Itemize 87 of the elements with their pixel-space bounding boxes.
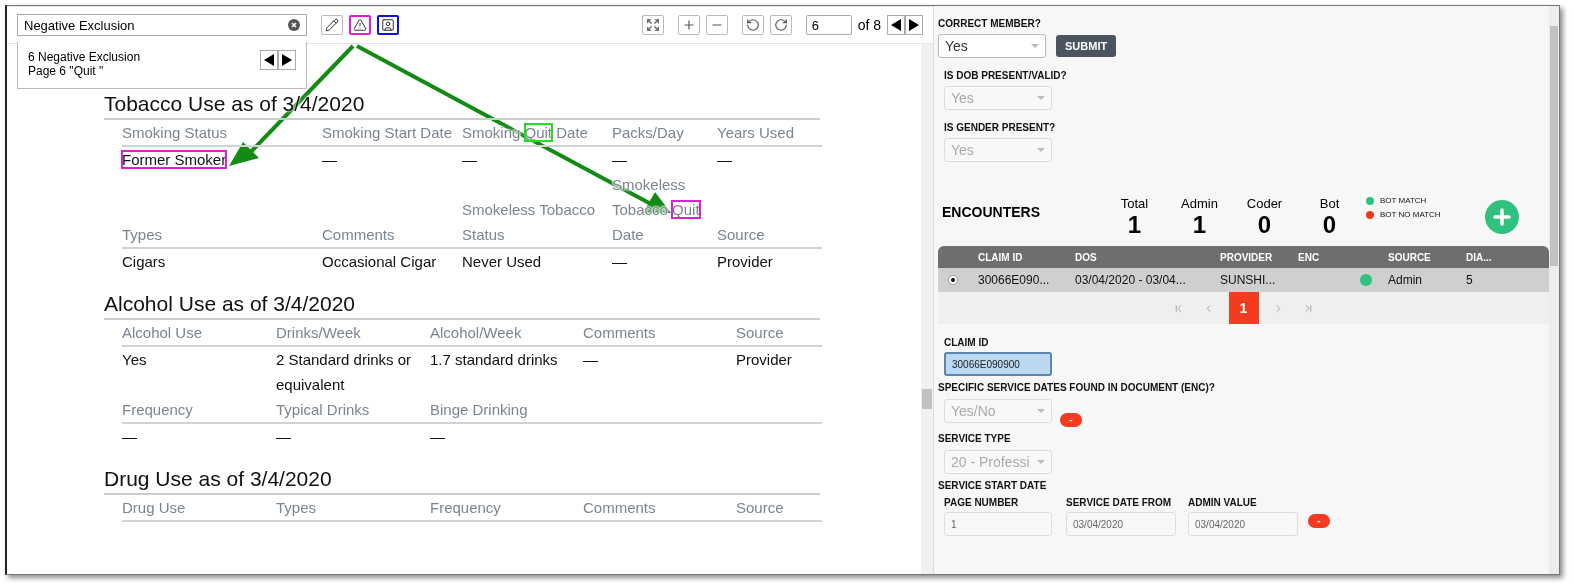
table-cell-text: — — [430, 427, 445, 447]
table-cell-text: 2 Standard drinks or equivalent — [276, 350, 413, 395]
table-cell-text: — — [717, 150, 732, 170]
table-cell-text: Occasional Cigar — [322, 252, 437, 272]
dropdown[interactable]: Yes — [938, 34, 1046, 58]
table-cell-text: 03/04/2020 - 03/04... — [1075, 273, 1187, 287]
stat-value: 1 — [1127, 211, 1142, 239]
table-cell-text: — — [322, 150, 337, 170]
table-cell-text: — — [462, 150, 477, 170]
page-button[interactable]: 1 — [1228, 292, 1259, 324]
column-header[interactable]: CLAIM ID — [978, 251, 1075, 263]
field-label: SERVICE DATE FROM — [1066, 497, 1173, 508]
stat-label: Total — [1120, 196, 1149, 211]
table-cell-text: Smoking Start Date — [322, 123, 453, 143]
table-cell-text: Types — [122, 225, 163, 245]
table-cell-text: Binge Drinking — [430, 400, 528, 420]
field-label: CLAIM ID — [944, 337, 990, 348]
stat-value: 0 — [1257, 211, 1272, 239]
table-cell-text: — — [612, 150, 627, 170]
legend-label: BOT NO MATCH — [1380, 210, 1441, 219]
field-label: PAGE NUMBER — [944, 497, 1020, 508]
table-cell-text: Typical Drinks — [276, 400, 370, 420]
field-label: SERVICE START DATE — [938, 480, 1048, 491]
table-cell-text: SUNSHI... — [1220, 273, 1277, 287]
table-cell-text: Source — [736, 323, 784, 343]
table-cell-text: Comments — [583, 498, 656, 518]
table-cell-text: — — [612, 252, 627, 272]
column-header[interactable]: ENC — [1298, 251, 1360, 263]
table-cell-text: Source — [717, 225, 765, 245]
table-cell-text: 1.7 standard drinks — [430, 350, 558, 370]
column-header[interactable]: DOS — [1075, 251, 1220, 263]
text-field[interactable]: 1 — [944, 512, 1052, 536]
text-field[interactable]: 03/04/2020 — [1066, 512, 1176, 536]
table-cell-text: Provider — [717, 252, 773, 272]
table-cell-text: Admin — [1388, 273, 1423, 287]
table-cell-text: — — [583, 350, 598, 370]
stat-label: Coder — [1246, 196, 1283, 211]
search-field[interactable]: Negative Exclusion — [17, 14, 307, 36]
section-title: Drug Use as of 3/4/2020 — [104, 467, 820, 495]
table-cell-text: Drinks/Week — [276, 323, 361, 343]
column-header[interactable]: DIA... — [1466, 251, 1549, 263]
field-label: IS DOB PRESENT/VALID? — [944, 70, 1068, 81]
submit-button[interactable]: SUBMIT — [1056, 35, 1117, 57]
table-cell-text: Yes — [122, 350, 147, 370]
page-count: of 8 — [857, 17, 881, 33]
column-header[interactable]: SOURCE — [1388, 251, 1466, 263]
table-cell-text: Source — [736, 498, 784, 518]
table-cell-text: Cigars — [122, 252, 166, 272]
table-cell-text: Drug Use — [122, 498, 186, 518]
field-label: IS GENDER PRESENT? — [944, 122, 1057, 133]
table-cell-text: Comments — [322, 225, 395, 245]
search-result[interactable]: 6 Negative Exclusion Page 6 "Quit " — [28, 50, 260, 80]
claim-id-field[interactable]: 30066E090900 — [944, 352, 1052, 376]
column-header[interactable]: PROVIDER — [1220, 251, 1298, 263]
table-cell-text: Never Used — [462, 252, 542, 272]
text-field[interactable]: 03/04/2020 — [1188, 512, 1298, 536]
stat-value: 0 — [1322, 211, 1337, 239]
table-cell-text: Years Used — [717, 123, 794, 143]
table-cell-text: Alcohol/Week — [430, 323, 522, 343]
table-cell-text: 5 — [1466, 273, 1474, 287]
table-cell-text: — — [276, 427, 291, 447]
field-label: ADMIN VALUE — [1188, 497, 1258, 508]
table-cell-text: Former Smoker — [122, 150, 227, 170]
remove-button[interactable]: - — [1308, 514, 1330, 528]
table-cell-text: Frequency — [122, 400, 193, 420]
table-cell-text: Packs/Day — [612, 123, 684, 143]
table-cell-text: Comments — [583, 323, 656, 343]
field-label: CORRECT MEMBER? — [938, 18, 1042, 29]
section-title: ENCOUNTERS — [942, 204, 1041, 220]
field-label: SPECIFIC SERVICE DATES FOUND IN DOCUMENT (ENC)? — [938, 382, 1216, 393]
table-cell-text: Smoking Status — [122, 123, 228, 143]
page-field[interactable]: 6 — [805, 15, 852, 35]
stat-label: Admin — [1181, 196, 1218, 211]
remove-button[interactable]: - — [1060, 413, 1082, 427]
section-title: Alcohol Use as of 3/4/2020 — [104, 292, 820, 320]
table-cell-text: Provider — [736, 350, 792, 370]
table-row[interactable]: 30066E090... 03/04/2020 - 03/04... SUNSHI... Admin 5 — [938, 268, 1549, 292]
table-cell-text: Alcohol Use — [122, 323, 203, 343]
stat-value: 1 — [1192, 211, 1207, 239]
table-cell-text: Types — [276, 498, 317, 518]
table-cell-text: — — [122, 427, 137, 447]
table-cell-text: 30066E090... — [978, 273, 1051, 287]
legend-label: BOT MATCH — [1380, 196, 1427, 205]
table-cell-text: Smokeless Tobacco Status — [462, 200, 597, 245]
field-label: SERVICE TYPE — [938, 433, 1012, 444]
table-cell-text: Frequency — [430, 498, 501, 518]
stat-label: Bot — [1319, 196, 1340, 211]
